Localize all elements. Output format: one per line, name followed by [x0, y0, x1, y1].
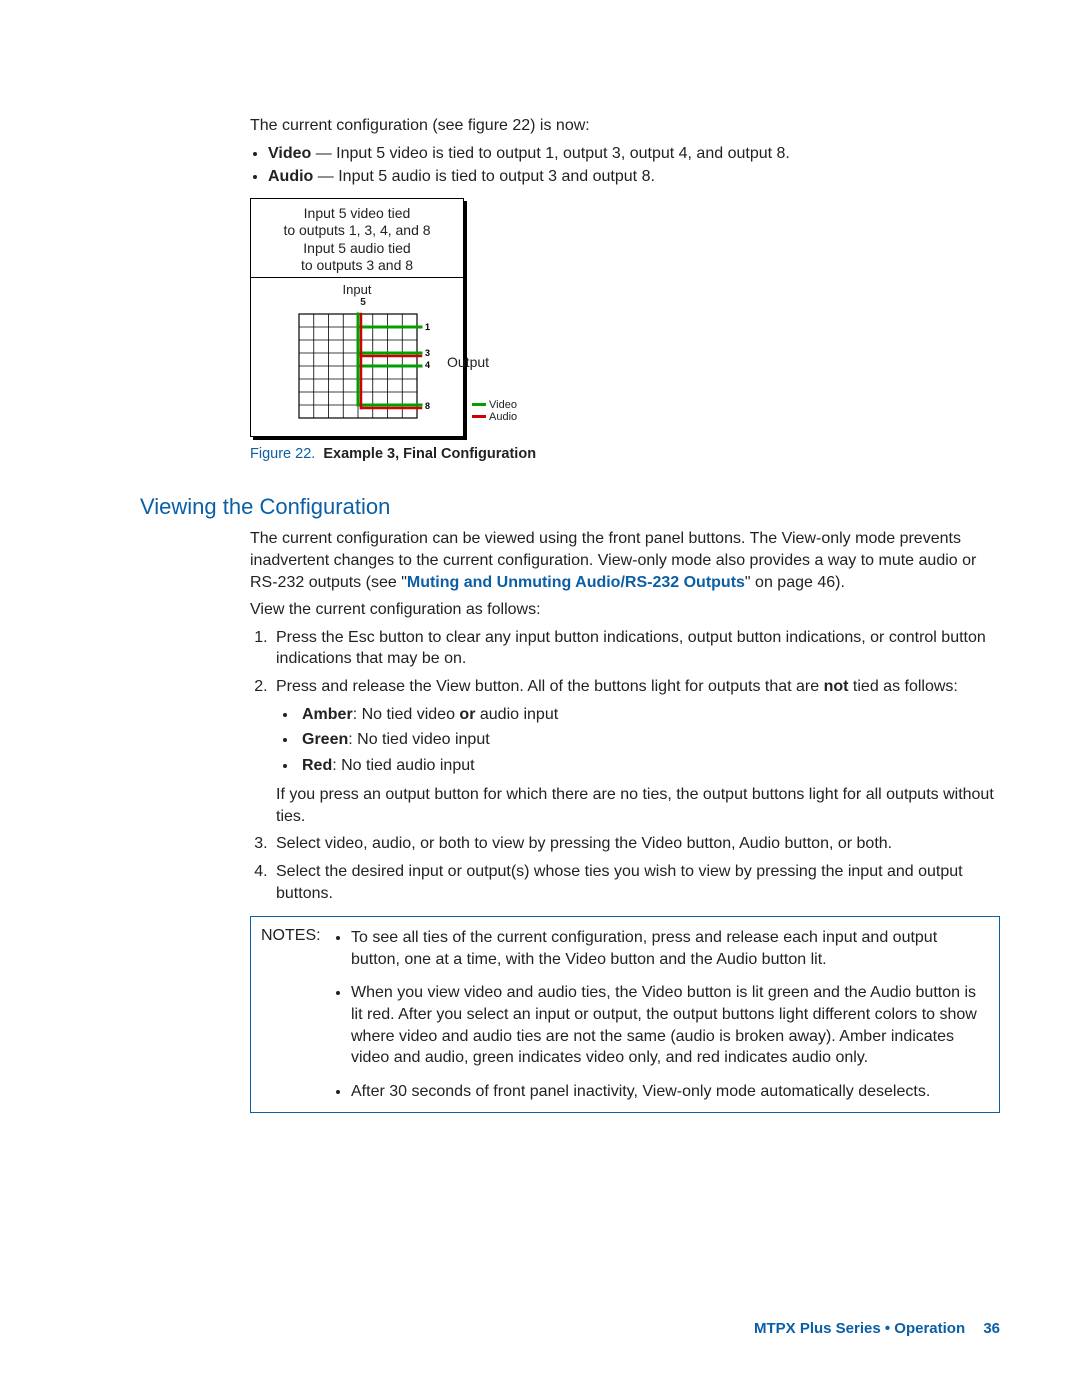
- section-heading: Viewing the Configuration: [140, 494, 1000, 520]
- figure-22: Input 5 video tied to outputs 1, 3, 4, a…: [250, 198, 1000, 437]
- diagram-box: Input 5 video tied to outputs 1, 3, 4, a…: [250, 198, 464, 437]
- svg-text:3: 3: [425, 348, 430, 358]
- svg-text:1: 1: [425, 322, 430, 332]
- notes-label: NOTES:: [261, 927, 333, 1102]
- diagram-line1: Input 5 video tied: [257, 205, 457, 223]
- view-para-2: View the current configuration as follow…: [250, 599, 1000, 621]
- step-2-green: Green: No tied video input: [298, 729, 1000, 751]
- svg-text:8: 8: [425, 401, 430, 411]
- step-2-red: Red: No tied audio input: [298, 755, 1000, 777]
- step-2: Press and release the View button. All o…: [272, 676, 1000, 828]
- note-3: After 30 seconds of front panel inactivi…: [351, 1081, 989, 1103]
- step-1: Press the Esc button to clear any input …: [272, 627, 1000, 670]
- notes-list: To see all ties of the current configura…: [333, 927, 989, 1102]
- note-2: When you view video and audio ties, the …: [351, 982, 989, 1068]
- input-label: Input: [257, 282, 457, 297]
- footer-page: 36: [983, 1320, 1000, 1337]
- diagram-line2: to outputs 1, 3, 4, and 8: [257, 222, 457, 240]
- footer-title: MTPX Plus Series • Operation: [754, 1320, 965, 1337]
- muting-link[interactable]: Muting and Unmuting Audio/RS-232 Outputs: [407, 574, 745, 591]
- view-para-1: The current configuration can be viewed …: [250, 528, 1000, 593]
- steps-list: Press the Esc button to clear any input …: [250, 627, 1000, 905]
- step-2-para: If you press an output button for which …: [276, 784, 1000, 827]
- diagram-legend: Video Audio: [472, 399, 517, 423]
- audio-bullet: Audio — Input 5 audio is tied to output …: [268, 166, 1000, 188]
- intro-text: The current configuration (see figure 22…: [250, 115, 1000, 137]
- input-5-label: 5: [263, 297, 463, 308]
- step-4: Select the desired input or output(s) wh…: [272, 861, 1000, 904]
- diagram-line3: Input 5 audio tied: [257, 240, 457, 258]
- video-bullet: Video — Input 5 video is tied to output …: [268, 143, 1000, 165]
- step-2-amber: Amber: No tied video or audio input: [298, 704, 1000, 726]
- figure-caption: Figure 22. Example 3, Final Configuratio…: [250, 445, 1000, 465]
- output-label: Output: [447, 354, 489, 370]
- svg-text:4: 4: [425, 360, 430, 370]
- matrix-grid-icon: 1 3 4 8: [277, 308, 445, 426]
- config-bullets: Video — Input 5 video is tied to output …: [250, 143, 1000, 188]
- page-footer: MTPX Plus Series • Operation 36: [754, 1320, 1000, 1337]
- step-3: Select video, audio, or both to view by …: [272, 833, 1000, 855]
- notes-box: NOTES: To see all ties of the current co…: [250, 916, 1000, 1113]
- diagram-line4: to outputs 3 and 8: [257, 257, 457, 275]
- note-1: To see all ties of the current configura…: [351, 927, 989, 970]
